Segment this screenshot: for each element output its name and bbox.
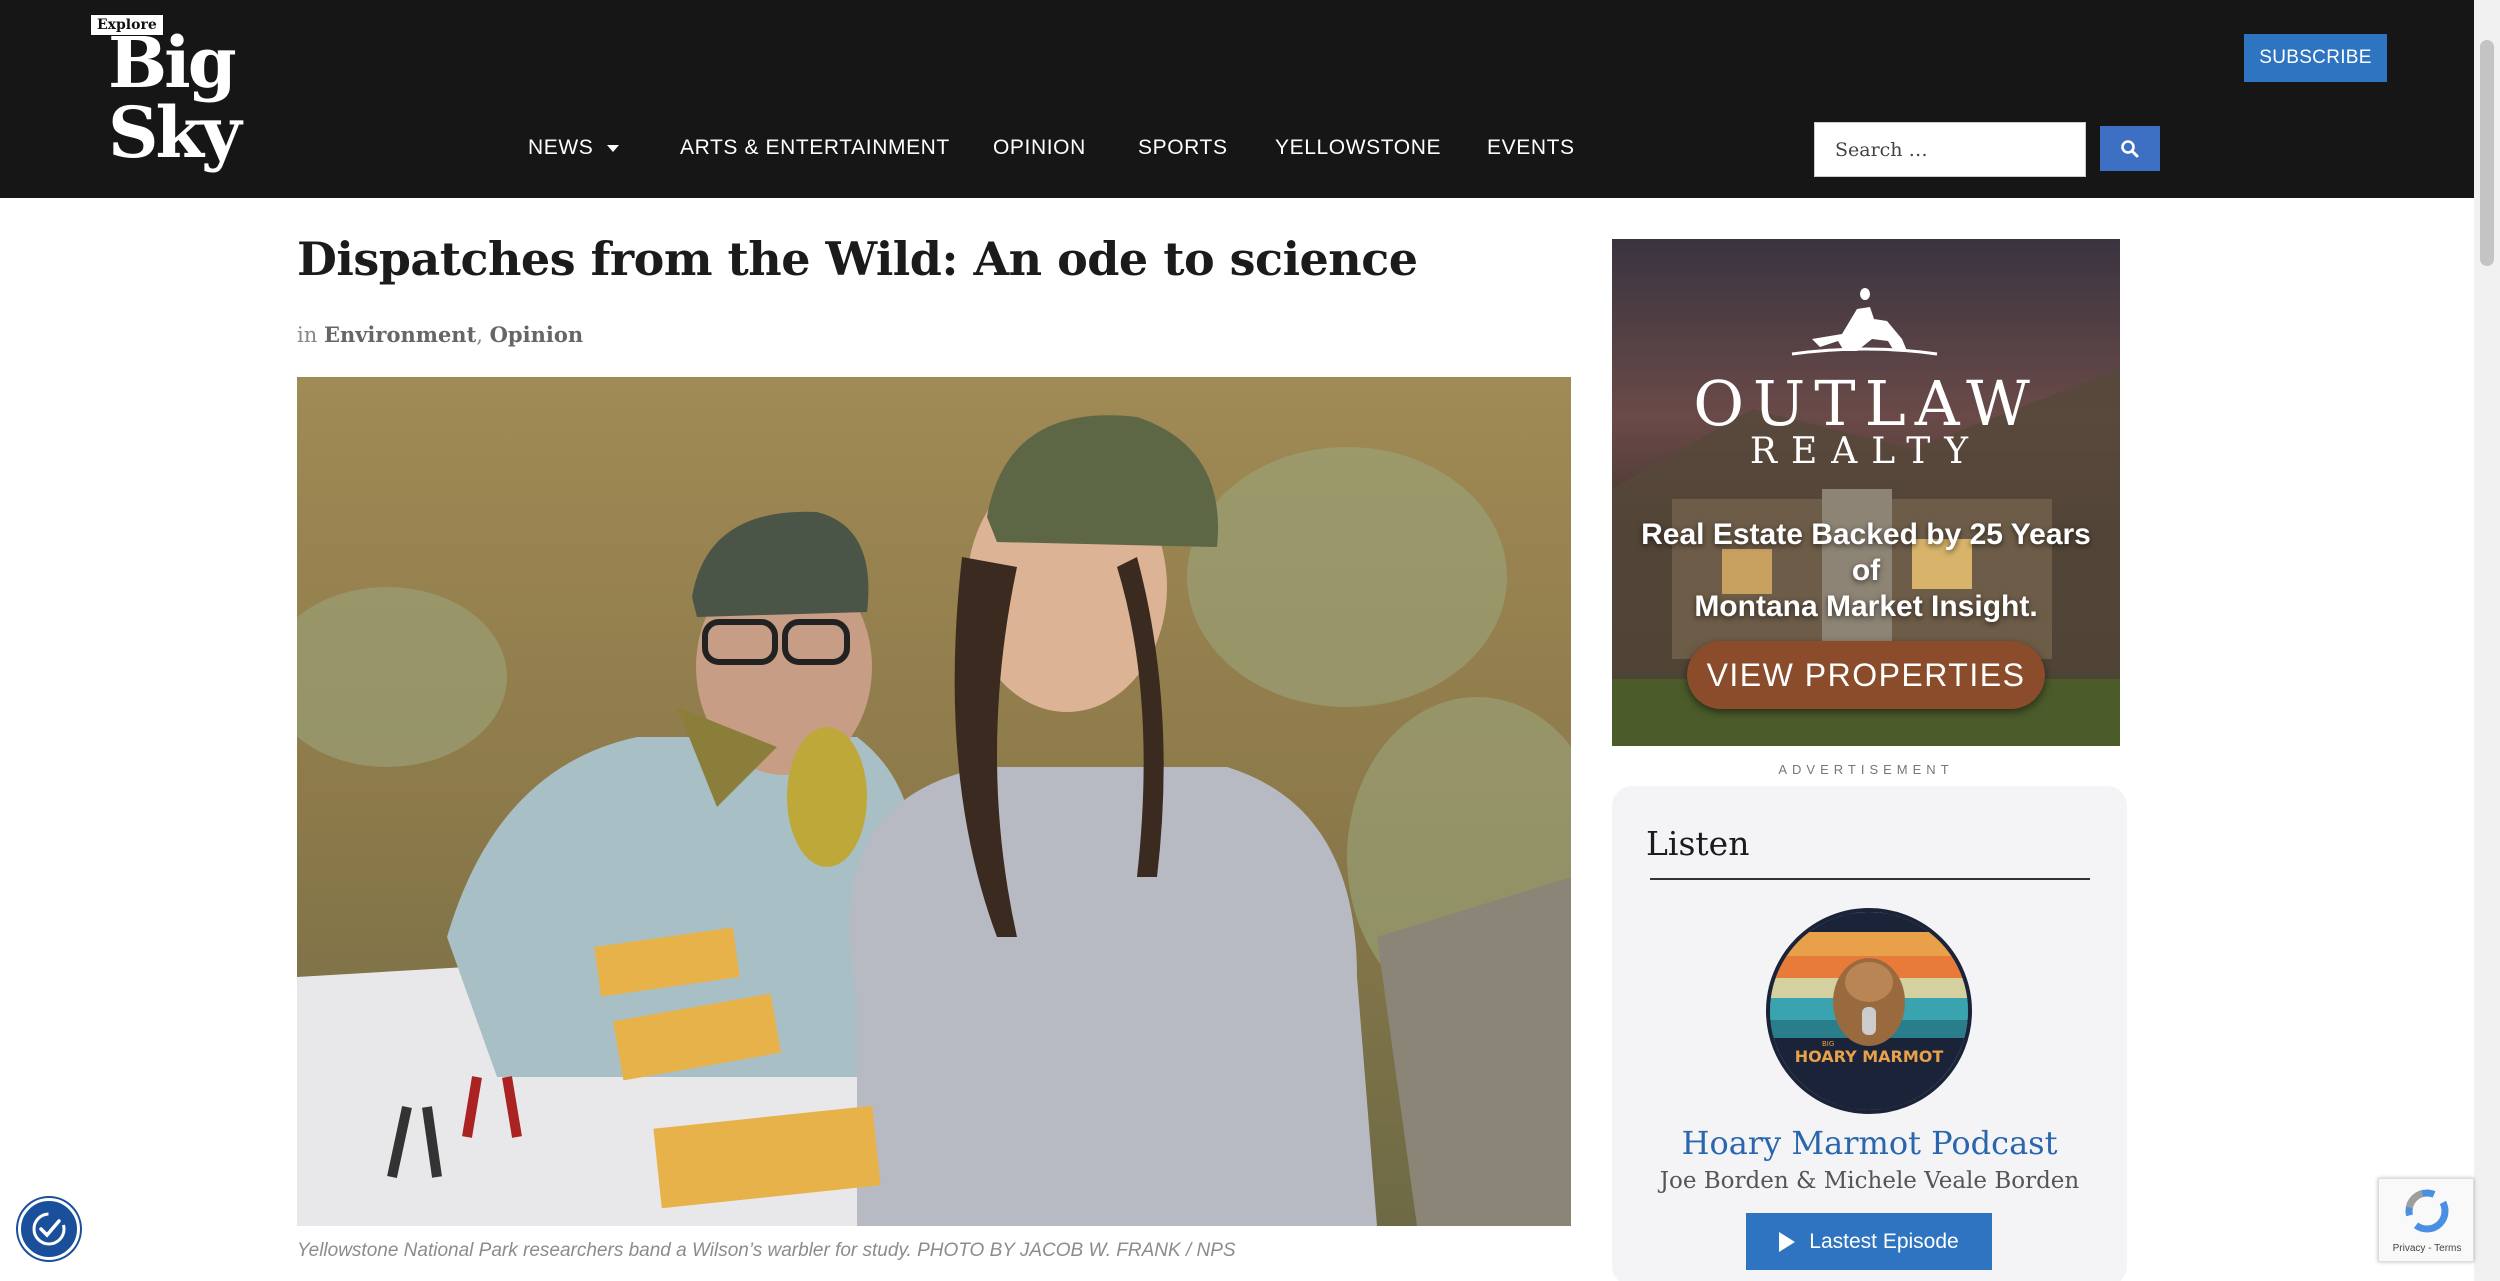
- listen-title: Listen: [1646, 824, 1750, 863]
- logo-main-text: Big Sky: [108, 21, 242, 174]
- ad-tagline: Real Estate Backed by 25 Years of Montan…: [1632, 517, 2100, 625]
- scrollbar-thumb[interactable]: [2480, 40, 2494, 266]
- meta-separator: ,: [476, 323, 490, 347]
- play-icon: [1779, 1231, 1796, 1252]
- view-properties-button[interactable]: VIEW PROPERTIES: [1687, 641, 2045, 709]
- article-photo: [297, 377, 1571, 1226]
- ad-tagline-line1: Real Estate Backed by 25 Years of: [1641, 518, 2091, 587]
- nav-item-events[interactable]: EVENTS: [1487, 136, 1575, 160]
- logo-explore-text: Explore: [90, 14, 164, 36]
- recaptcha-badge[interactable]: Privacy - Terms: [2378, 1178, 2474, 1262]
- podcast-hosts: Joe Borden & Michele Veale Borden: [1659, 1168, 2080, 1194]
- recaptcha-icon: [2405, 1189, 2449, 1233]
- photo-illustration: [297, 377, 1571, 1226]
- page-scrollbar[interactable]: [2474, 0, 2500, 1281]
- article-meta: in Environment, Opinion: [297, 322, 583, 347]
- svg-text:HOARY MARMOT: HOARY MARMOT: [1795, 1047, 1944, 1066]
- chevron-down-icon: [607, 144, 620, 152]
- marmot-podcast-logo: HOARY MARMOT BIG: [1770, 912, 1968, 1110]
- site-logo[interactable]: Big Sky Explore: [88, 14, 360, 168]
- search-input[interactable]: [1814, 122, 2086, 177]
- ad-tagline-line2: Montana Market Insight.: [1694, 590, 2038, 623]
- meta-prefix: in: [297, 323, 318, 347]
- latest-episode-button[interactable]: Lastest Episode: [1746, 1213, 1992, 1270]
- nav-item-arts[interactable]: ARTS & ENTERTAINMENT: [680, 136, 950, 160]
- nav-item-news[interactable]: NEWS: [528, 136, 620, 160]
- article-title: Dispatches from the Wild: An ode to scie…: [297, 232, 1418, 286]
- search-icon: [2121, 139, 2139, 157]
- recaptcha-links[interactable]: Privacy - Terms: [2379, 1243, 2475, 1254]
- photo-caption: Yellowstone National Park researchers ba…: [297, 1240, 1236, 1261]
- listen-widget: Listen HOARY MARMOT BIG Hoary Marmot Pod…: [1612, 786, 2127, 1281]
- ad-brand: OUTLAW: [1693, 367, 2039, 440]
- nav-item-label: NEWS: [528, 136, 594, 159]
- accessibility-icon: [32, 1212, 66, 1246]
- podcast-title-link[interactable]: Hoary Marmot Podcast: [1612, 1124, 2127, 1162]
- accessibility-button[interactable]: [18, 1198, 80, 1260]
- advertisement-banner[interactable]: OUTLAW REALTY Real Estate Backed by 25 Y…: [1612, 239, 2120, 746]
- search-button[interactable]: [2100, 126, 2160, 171]
- subscribe-button[interactable]: SUBSCRIBE: [2244, 34, 2387, 82]
- ad-brand-sub: REALTY: [1749, 431, 1983, 472]
- listen-divider: [1650, 878, 2090, 880]
- podcast-cover[interactable]: HOARY MARMOT BIG: [1766, 908, 1972, 1114]
- category-link-opinion[interactable]: Opinion: [490, 322, 583, 347]
- nav-item-yellowstone[interactable]: YELLOWSTONE: [1275, 136, 1441, 160]
- site-header: Big Sky Explore NEWS ARTS & ENTERTAINMEN…: [0, 0, 2500, 198]
- latest-episode-label: Lastest Episode: [1809, 1229, 1959, 1253]
- nav-item-sports[interactable]: SPORTS: [1138, 136, 1228, 160]
- svg-text:BIG: BIG: [1822, 1040, 1834, 1048]
- category-link-environment[interactable]: Environment: [324, 322, 476, 347]
- advertisement-label: ADVERTISEMENT: [1778, 762, 1954, 777]
- nav-item-opinion[interactable]: OPINION: [993, 136, 1086, 160]
